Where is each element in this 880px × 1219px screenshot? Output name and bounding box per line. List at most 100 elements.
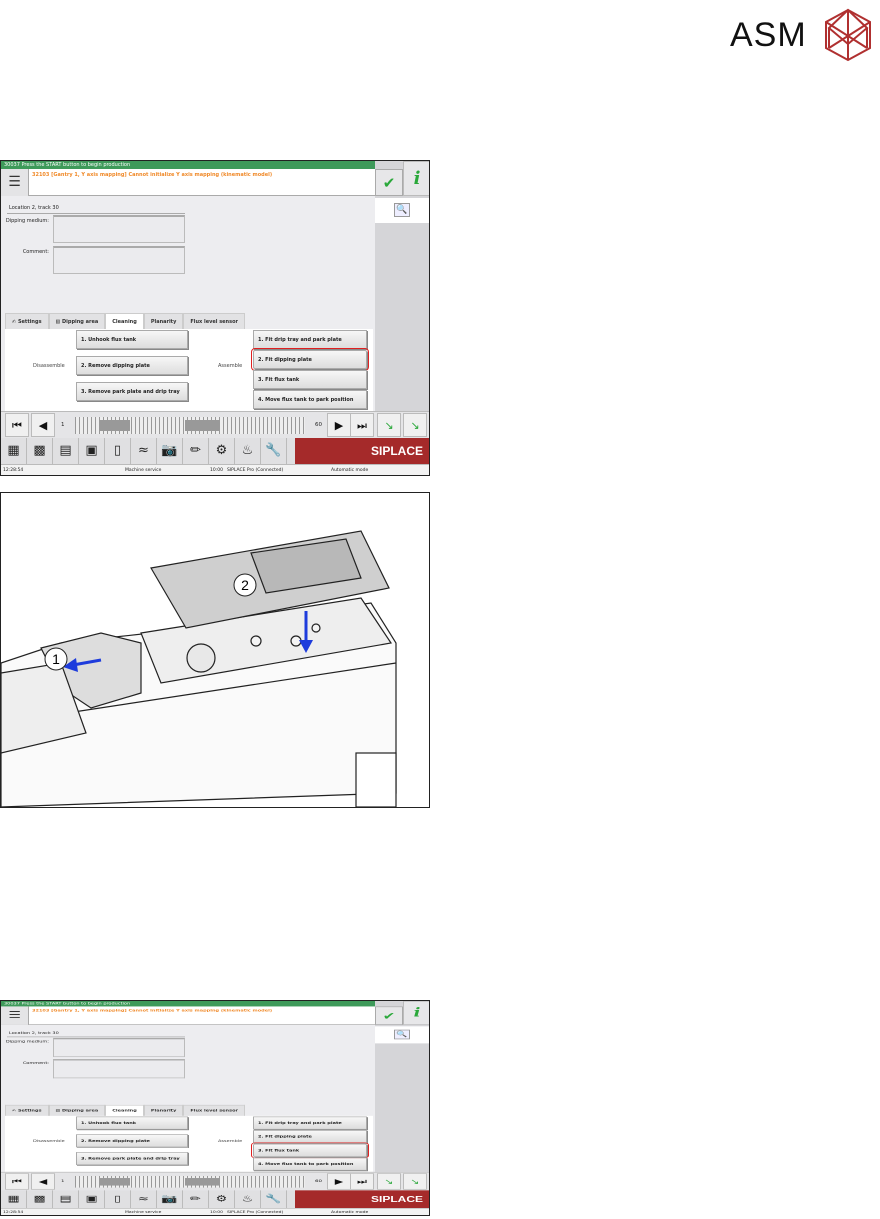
download-icon[interactable]: ↘	[377, 1173, 401, 1190]
comment-label: Comment:	[22, 1061, 49, 1066]
last-icon[interactable]: ⏭	[350, 1173, 374, 1190]
location-label: Location 2, track 30	[9, 205, 59, 211]
previous-icon[interactable]: ◀	[31, 1173, 55, 1190]
tab-flux-level-sensor[interactable]: Flux level sensor	[183, 313, 245, 330]
layers-icon[interactable]: ▦	[1, 1190, 27, 1209]
tab-flux-level-sensor[interactable]: Flux level sensor	[183, 1104, 245, 1117]
track-slider[interactable]	[75, 417, 305, 434]
acknowledge-check-icon[interactable]: ✔	[375, 169, 403, 196]
magnifier-icon: 🔍	[394, 203, 410, 217]
assemble-step-button[interactable]: 2. Fit dipping plate	[251, 348, 369, 371]
tab-planarity[interactable]: Planarity	[143, 313, 184, 330]
info-icon[interactable]: i	[403, 1001, 429, 1025]
tab-planarity[interactable]: Planarity	[143, 1104, 184, 1117]
assemble-step-button[interactable]: 2. Fit dipping plate	[253, 1130, 367, 1144]
settings-icon[interactable]: ⚙	[209, 1190, 235, 1209]
next-icon[interactable]: ▶	[327, 1173, 351, 1190]
wrench-icon[interactable]: 🔧	[261, 438, 287, 464]
last-icon[interactable]: ⏭	[350, 413, 374, 437]
grid-icon[interactable]: ▩	[27, 438, 53, 464]
zoom-button[interactable]: 🔍	[375, 1026, 429, 1044]
tab-label: Dipping area	[62, 1109, 99, 1114]
menu-icon[interactable]: ☰	[1, 1006, 29, 1025]
feeder-icon[interactable]: ▯	[105, 1190, 131, 1209]
error-message[interactable]: 32103 [Gantry 1, Y axis mapping] Cannot …	[32, 1009, 272, 1013]
assemble-step-button[interactable]: 3. Fit flux tank	[253, 370, 367, 389]
nozzle-icon[interactable]: ✏	[183, 1190, 209, 1209]
disassemble-step-button[interactable]: 1. Unhook flux tank	[76, 1116, 188, 1130]
disassemble-step-button[interactable]: 3. Remove park plate and drip tray	[76, 382, 188, 401]
clock: 10:00	[210, 468, 223, 473]
disassemble-step-button[interactable]: 1. Unhook flux tank	[76, 330, 188, 349]
assemble-step-button[interactable]: 1. Fit drip tray and park plate	[253, 330, 367, 349]
connection-status: SIPLACE Pro (Connected)	[227, 468, 284, 473]
comment-label: Comment:	[22, 249, 49, 255]
graph-icon[interactable]: ≈	[131, 1190, 157, 1209]
bar-chart-icon[interactable]: ▤	[53, 1190, 79, 1209]
message-row: ☰ 32103 [Gantry 1, Y axis mapping] Cannot…	[1, 169, 375, 196]
right-panel: ✔ i 🔍	[375, 1001, 429, 1172]
comment-field[interactable]	[53, 1059, 185, 1079]
zoom-button[interactable]: 🔍	[375, 198, 429, 223]
assemble-step-button[interactable]: 1. Fit drip tray and park plate	[253, 1116, 367, 1130]
status-bar: 12:28:54 Machine service 10:00 SIPLACE Pro …	[1, 1208, 429, 1215]
tab-dipping-area[interactable]: ▧ Dipping area	[48, 1104, 106, 1117]
right-panel: ✔ i 🔍	[375, 161, 429, 411]
tab-settings[interactable]: ✍ Settings	[5, 313, 49, 330]
location-label: Location 2, track 30	[9, 1031, 59, 1036]
track-slider[interactable]	[75, 1175, 305, 1188]
dipping-medium-field[interactable]	[53, 1037, 185, 1058]
camera-icon[interactable]: 📷	[157, 1190, 183, 1209]
feeder-icon[interactable]: ▯	[105, 438, 131, 464]
download-all-icon[interactable]: ↘	[403, 413, 427, 437]
track-start: 1	[61, 422, 65, 428]
tab-dipping-area[interactable]: ▧ Dipping area	[48, 313, 106, 330]
tab-label: Settings	[17, 1109, 42, 1114]
menu-icon[interactable]: ☰	[1, 169, 29, 196]
camera-icon[interactable]: 📷	[157, 438, 183, 464]
board-icon[interactable]: ▣	[79, 1190, 105, 1209]
status-bar: 12:28:54 Machine service 10:00 SIPLACE Pro …	[1, 464, 429, 475]
oil-can-icon[interactable]: ♨	[235, 1190, 261, 1209]
disassemble-label: Disassemble	[33, 1139, 65, 1144]
oil-can-icon[interactable]: ♨	[235, 438, 261, 464]
illustration-fit-dipping-plate: 1 2	[0, 492, 430, 808]
nozzle-icon[interactable]: ✏	[183, 438, 209, 464]
download-all-icon[interactable]: ↘	[403, 1173, 427, 1190]
error-message[interactable]: 32103 [Gantry 1, Y axis mapping] Cannot …	[32, 172, 272, 178]
time: 12:28:54	[3, 468, 24, 473]
board-icon[interactable]: ▣	[79, 438, 105, 464]
settings-icon[interactable]: ⚙	[209, 438, 235, 464]
assemble-step-button[interactable]: 3. Fit flux tank	[251, 1142, 369, 1159]
assemble-step-button[interactable]: 4. Move flux tank to park position	[253, 1157, 367, 1171]
grid-icon[interactable]: ▩	[27, 1190, 53, 1209]
first-icon[interactable]: ⏮	[5, 413, 29, 437]
wrench-icon[interactable]: 🔧	[261, 1190, 287, 1209]
layers-icon[interactable]: ▦	[1, 438, 27, 464]
comment-field[interactable]	[53, 246, 185, 274]
production-status-bar: 30037 Press the START button to begin pr…	[1, 161, 375, 169]
dipping-medium-label: Dipping medium:	[5, 218, 49, 224]
assemble-label: Assemble	[218, 363, 243, 369]
graph-icon[interactable]: ≈	[131, 438, 157, 464]
assemble-label: Assemble	[218, 1139, 243, 1144]
track-navigation: ⏮ ◀ 1 60 ▶ ⏭ ↘ ↘	[1, 1171, 429, 1191]
disassemble-step-button[interactable]: 2. Remove dipping plate	[76, 356, 188, 375]
next-icon[interactable]: ▶	[327, 413, 351, 437]
acknowledge-check-icon[interactable]: ✔	[375, 1006, 403, 1025]
download-icon[interactable]: ↘	[377, 413, 401, 437]
tab-label: Cleaning	[112, 1109, 137, 1114]
dipping-medium-field[interactable]	[53, 215, 185, 243]
info-icon[interactable]: i	[403, 161, 429, 196]
tab-settings[interactable]: ✍ Settings	[5, 1104, 49, 1117]
track-end: 60	[315, 1179, 322, 1184]
tab-label: Cleaning	[112, 319, 137, 325]
first-icon[interactable]: ⏮	[5, 1173, 29, 1190]
disassemble-step-button[interactable]: 2. Remove dipping plate	[76, 1134, 188, 1148]
tab-label: Planarity	[150, 1109, 177, 1114]
assemble-step-button[interactable]: 4. Move flux tank to park position	[253, 390, 367, 409]
bar-chart-icon[interactable]: ▤	[53, 438, 79, 464]
disassemble-step-button[interactable]: 3. Remove park plate and drip tray	[76, 1152, 188, 1166]
divider	[7, 213, 185, 214]
previous-icon[interactable]: ◀	[31, 413, 55, 437]
